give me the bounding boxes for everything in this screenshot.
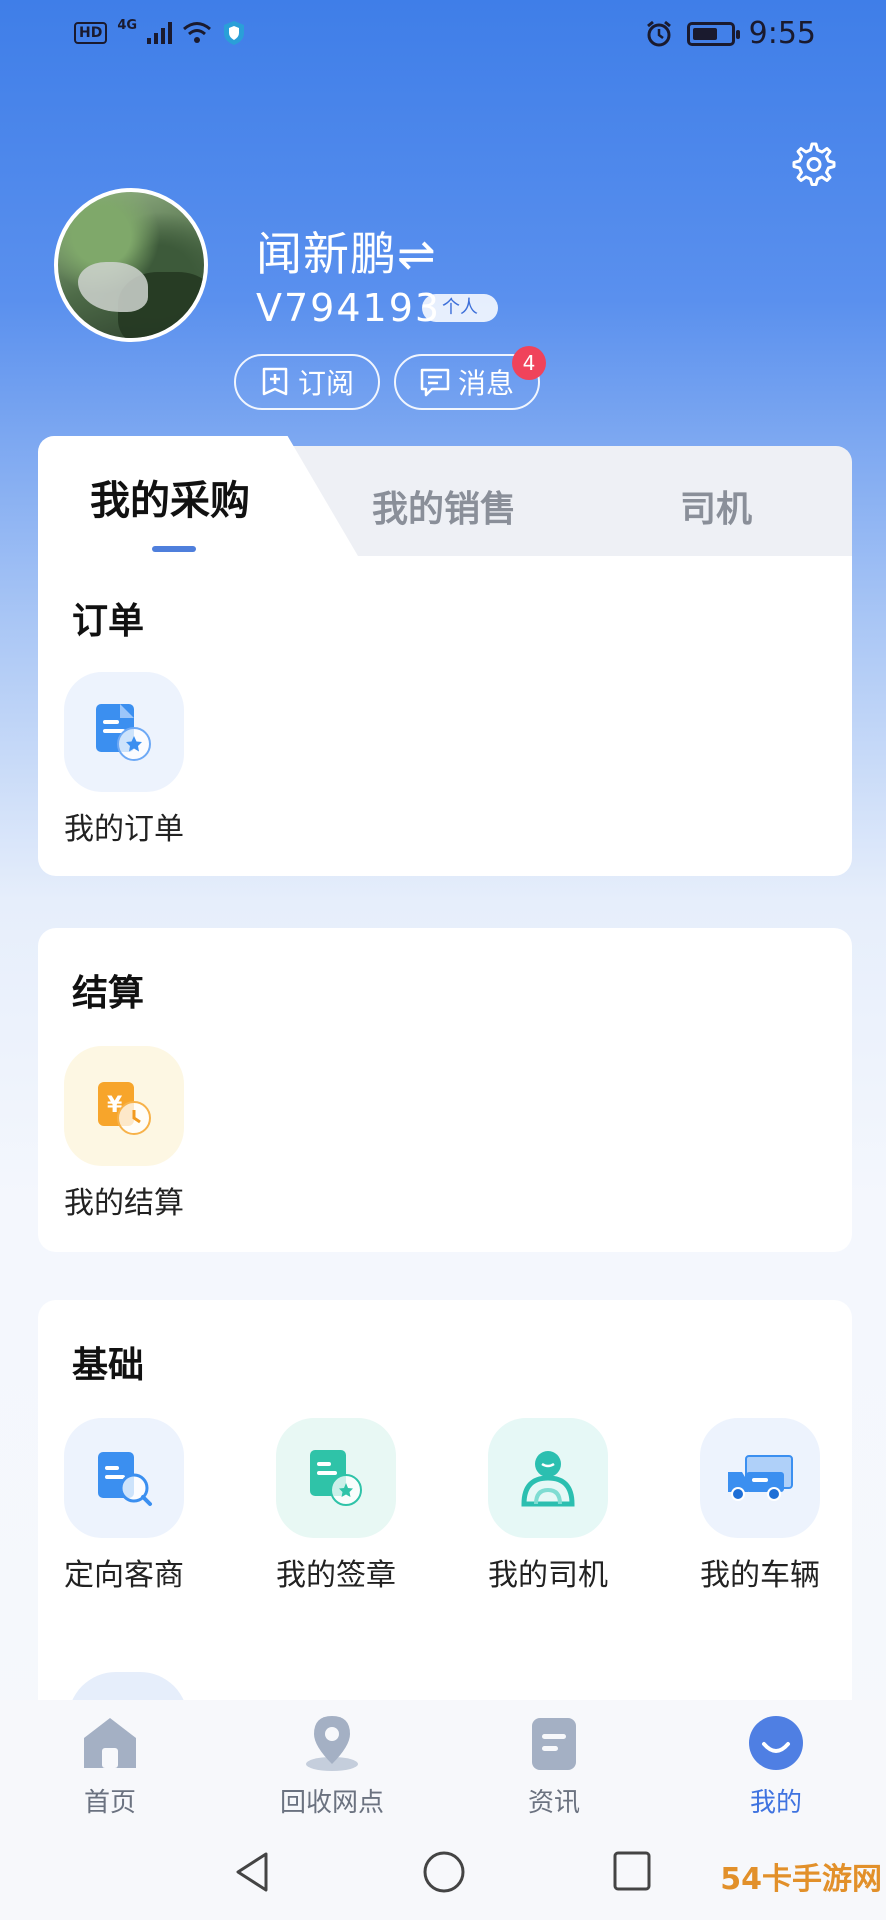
my-driver-label: 我的司机 xyxy=(488,1558,608,1593)
watermark: 54卡手游网 xyxy=(720,1862,882,1897)
subscribe-label: 订阅 xyxy=(298,367,355,400)
nav-recycle-points-label: 回收网点 xyxy=(279,1788,384,1818)
account-type-badge: 个人 xyxy=(422,294,498,322)
truck-icon xyxy=(700,1418,820,1538)
orders-card: 订单 我的订单 xyxy=(38,556,852,876)
my-settlement-label: 我的结算 xyxy=(64,1186,184,1221)
user-id: V794193 xyxy=(256,286,442,330)
signal-icon xyxy=(147,22,173,44)
shield-icon xyxy=(224,21,245,45)
tab-my-purchases[interactable]: 我的采购 xyxy=(90,468,250,526)
nav-news[interactable]: 资讯 xyxy=(464,1714,644,1819)
driver-icon xyxy=(488,1418,608,1538)
basics-section-title: 基础 xyxy=(72,1345,145,1386)
my-signature-item[interactable]: 我的签章 xyxy=(266,1418,406,1594)
nav-home-label: 首页 xyxy=(83,1788,136,1818)
message-label: 消息 xyxy=(458,367,515,400)
subscribe-button[interactable]: 订阅 xyxy=(234,354,380,410)
back-icon[interactable] xyxy=(232,1850,272,1894)
my-vehicle-label: 我的车辆 xyxy=(700,1558,820,1593)
profile-icon xyxy=(749,1716,803,1770)
settings-gear-icon[interactable] xyxy=(788,140,836,188)
avatar[interactable] xyxy=(54,188,208,342)
tab-my-sales[interactable]: 我的销售 xyxy=(372,480,516,532)
wifi-icon xyxy=(183,22,212,43)
bottom-nav: 首页 回收网点 资讯 我的 xyxy=(0,1700,886,1820)
news-icon xyxy=(532,1718,576,1770)
targeted-merchant-icon xyxy=(64,1418,184,1538)
basics-card: 基础 定向客商 我的签章 我的司机 我的车辆 xyxy=(38,1300,852,1720)
tab-driver[interactable]: 司机 xyxy=(680,480,752,532)
my-settlement-item[interactable]: ¥ 我的结算 xyxy=(54,1046,194,1222)
home-icon xyxy=(84,1718,136,1768)
order-icon xyxy=(64,672,184,792)
my-orders-label: 我的订单 xyxy=(64,812,184,847)
hd-indicator: HD xyxy=(74,22,108,44)
settlement-section-title: 结算 xyxy=(72,973,145,1014)
tab-indicator xyxy=(152,546,196,552)
my-vehicle-item[interactable]: 我的车辆 xyxy=(690,1418,830,1594)
clock: 9:55 xyxy=(748,16,816,51)
nav-mine[interactable]: 我的 xyxy=(686,1714,866,1819)
location-pin-icon xyxy=(306,1716,358,1771)
user-name[interactable]: 闻新鹏⇌ xyxy=(256,218,437,284)
my-signature-label: 我的签章 xyxy=(276,1558,396,1593)
message-icon xyxy=(420,368,450,397)
orders-section-title: 订单 xyxy=(72,601,145,642)
home-circle-icon[interactable] xyxy=(422,1850,466,1894)
nav-mine-label: 我的 xyxy=(749,1788,802,1818)
settlement-icon: ¥ xyxy=(64,1046,184,1166)
alarm-icon xyxy=(646,20,671,46)
nav-news-label: 资讯 xyxy=(527,1788,580,1818)
my-driver-item[interactable]: 我的司机 xyxy=(478,1418,618,1594)
status-bar: HD 4G 9:55 xyxy=(0,0,886,70)
settlement-card: 结算 ¥ 我的结算 xyxy=(38,928,852,1252)
my-orders-item[interactable]: 我的订单 xyxy=(54,672,194,848)
nav-recycle-points[interactable]: 回收网点 xyxy=(242,1714,422,1819)
battery-icon xyxy=(686,21,740,46)
nav-home[interactable]: 首页 xyxy=(20,1714,200,1819)
signature-icon xyxy=(276,1418,396,1538)
targeted-merchant-item[interactable]: 定向客商 xyxy=(54,1418,194,1594)
subscribe-icon xyxy=(262,367,288,396)
targeted-merchant-label: 定向客商 xyxy=(64,1558,184,1593)
recents-square-icon[interactable] xyxy=(612,1850,652,1892)
network-type: 4G xyxy=(117,17,138,33)
message-count-badge: 4 xyxy=(512,346,546,380)
